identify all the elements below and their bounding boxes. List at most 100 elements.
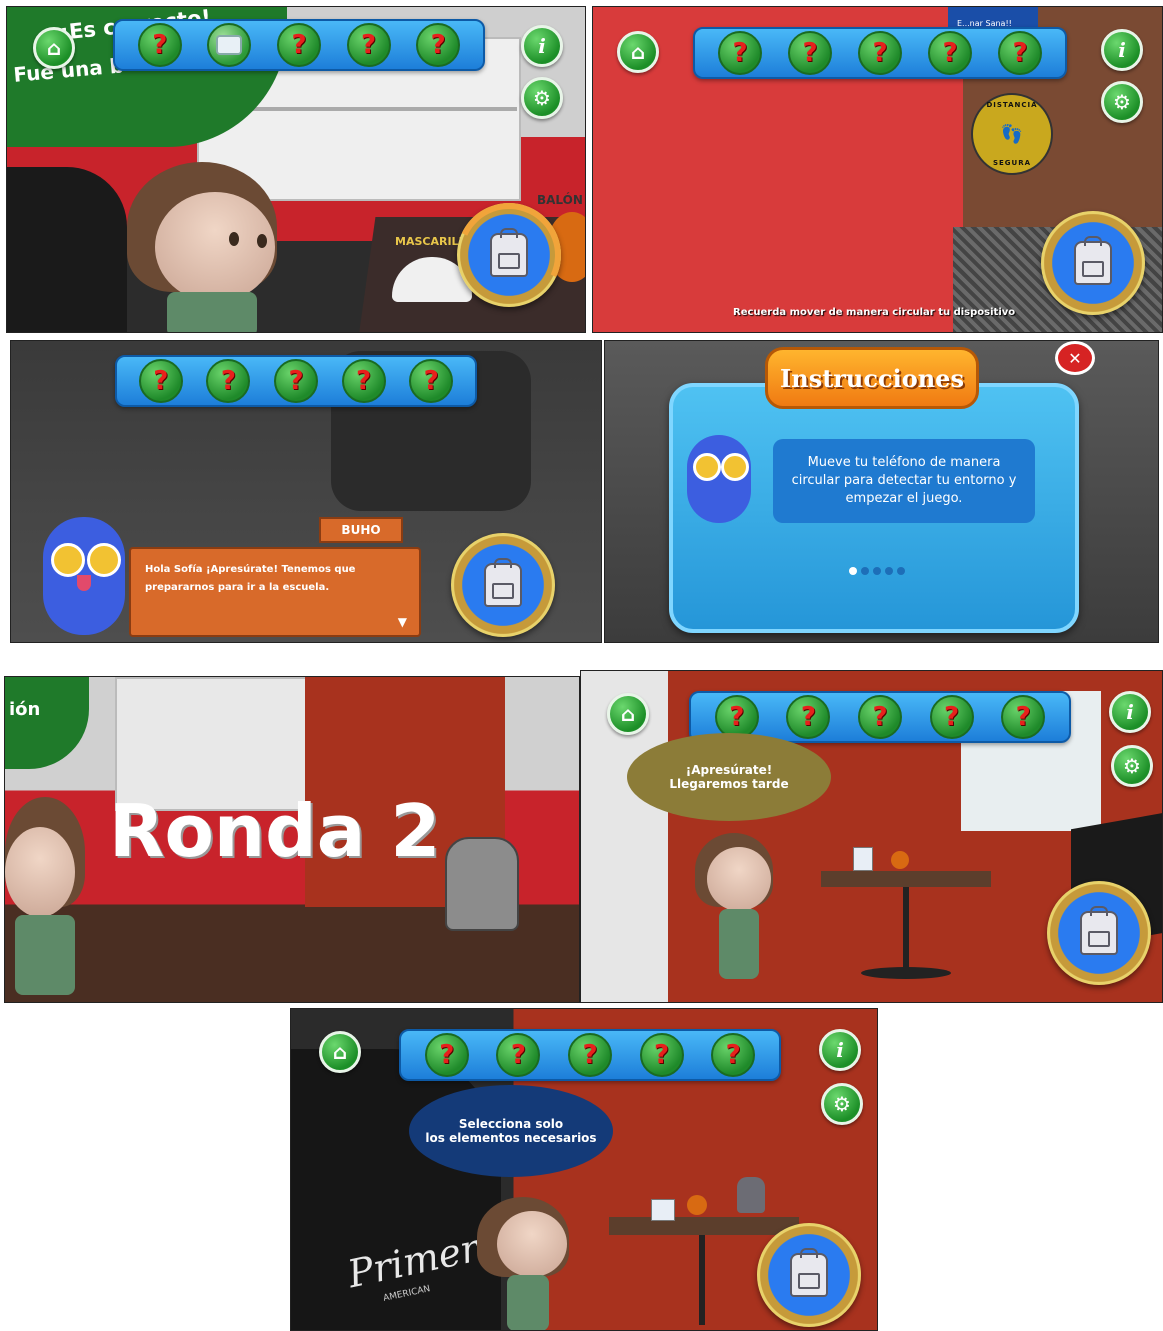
item-slot-5[interactable]: ? bbox=[1001, 695, 1046, 739]
correct-banner: ión bbox=[5, 677, 89, 769]
speaker-name: BUHO bbox=[341, 523, 381, 537]
item-slot-5[interactable]: ? bbox=[409, 359, 454, 403]
info-button[interactable]: i bbox=[521, 25, 563, 67]
home-icon: ⌂ bbox=[620, 702, 636, 726]
home-icon: ⌂ bbox=[630, 40, 646, 64]
item-slot-4[interactable]: ? bbox=[928, 31, 972, 75]
basketball-item[interactable] bbox=[687, 1195, 707, 1215]
item-slot-4[interactable]: ? bbox=[929, 695, 974, 739]
home-button[interactable]: ⌂ bbox=[319, 1031, 361, 1073]
home-button[interactable]: ⌂ bbox=[607, 693, 649, 735]
dialog-text: Hola Sofía ¡Apresúrate! Tenemos que prep… bbox=[145, 564, 356, 593]
item-slot-1[interactable]: ? bbox=[137, 23, 182, 67]
item-slot-5[interactable]: ? bbox=[998, 31, 1042, 75]
safe-distance-sign: DISTANCIA 👣 SEGURA bbox=[971, 93, 1053, 175]
item-slot-3[interactable]: ? bbox=[857, 695, 902, 739]
page-dot[interactable] bbox=[873, 567, 881, 575]
speech-bubble: ¡Apresúrate! Llegaremos tarde bbox=[627, 733, 831, 821]
close-button[interactable]: ✕ bbox=[1055, 341, 1095, 375]
owl-eye-left bbox=[51, 543, 85, 577]
gear-icon: ⚙ bbox=[1113, 90, 1131, 114]
correct-banner-fragment: ión bbox=[9, 699, 41, 720]
girl-body bbox=[167, 292, 257, 332]
item-slot-3[interactable]: ? bbox=[276, 23, 321, 67]
girl-eye-right bbox=[257, 234, 267, 248]
close-icon: ✕ bbox=[1068, 348, 1082, 368]
black-cap bbox=[7, 167, 127, 332]
backpack-item[interactable] bbox=[445, 837, 519, 931]
girl-eye-left bbox=[229, 232, 239, 246]
backpack-button[interactable] bbox=[757, 1223, 861, 1327]
page-dot-active[interactable] bbox=[849, 567, 857, 575]
table bbox=[821, 871, 991, 887]
item-slot-2-mask[interactable] bbox=[207, 23, 252, 67]
screenshot-4: Instrucciones ✕ Mueve tu teléfono de man… bbox=[604, 340, 1159, 643]
backpack-button[interactable] bbox=[1047, 881, 1151, 985]
owl-eye-right bbox=[87, 543, 121, 577]
table-leg bbox=[699, 1235, 705, 1325]
girl-face bbox=[497, 1211, 567, 1277]
info-button[interactable]: i bbox=[819, 1029, 861, 1071]
gear-icon: ⚙ bbox=[533, 86, 551, 110]
settings-button[interactable]: ⚙ bbox=[521, 77, 563, 119]
item-slot-2[interactable]: ? bbox=[496, 1033, 541, 1077]
girl-character bbox=[117, 162, 287, 332]
screenshot-5: ión Ronda 2 bbox=[4, 676, 580, 1003]
sign-bottom-text: SEGURA bbox=[992, 159, 1032, 167]
info-button[interactable]: i bbox=[1101, 29, 1143, 71]
ball-label: BALÓN bbox=[537, 193, 583, 207]
item-slot-bar: ? ? ? ? ? bbox=[399, 1029, 781, 1081]
item-slot-1[interactable]: ? bbox=[718, 31, 762, 75]
screenshot-7: Primer AMERICAN ⌂ ? ? ? ? ? i ⚙ Seleccio… bbox=[290, 1008, 878, 1331]
mask-item[interactable] bbox=[853, 847, 873, 871]
speech-bubble: Selecciona solo los elementos necesarios bbox=[409, 1085, 613, 1177]
backpack-button[interactable] bbox=[451, 533, 555, 637]
item-slot-5[interactable]: ? bbox=[711, 1033, 756, 1077]
item-slot-3[interactable]: ? bbox=[273, 359, 318, 403]
girl-body bbox=[507, 1275, 549, 1330]
item-slot-4[interactable]: ? bbox=[346, 23, 391, 67]
item-slot-4[interactable]: ? bbox=[639, 1033, 684, 1077]
speech-line-2: Llegaremos tarde bbox=[669, 777, 789, 791]
girl-character bbox=[5, 797, 95, 1002]
page-dot[interactable] bbox=[861, 567, 869, 575]
screenshot-6: ⌂ ? ? ? ? ? i ⚙ ¡Apresúrate! Llegaremos … bbox=[580, 670, 1163, 1003]
item-slot-4[interactable]: ? bbox=[341, 359, 386, 403]
item-slot-bar: ? ? ? ? ? bbox=[693, 27, 1067, 79]
next-arrow-icon[interactable]: ▼ bbox=[398, 615, 407, 629]
girl-character bbox=[689, 833, 779, 983]
item-slot-5[interactable]: ? bbox=[416, 23, 461, 67]
info-icon: i bbox=[1118, 38, 1126, 62]
backpack-button[interactable] bbox=[1041, 211, 1145, 315]
table bbox=[609, 1217, 799, 1235]
item-slot-2[interactable]: ? bbox=[786, 695, 831, 739]
settings-button[interactable]: ⚙ bbox=[821, 1083, 863, 1125]
hint-text: Recuerda mover de manera circular tu dis… bbox=[733, 307, 1016, 318]
item-slot-1[interactable]: ? bbox=[424, 1033, 469, 1077]
settings-button[interactable]: ⚙ bbox=[1111, 745, 1153, 787]
backpack-item[interactable] bbox=[737, 1177, 765, 1213]
info-button[interactable]: i bbox=[1109, 691, 1151, 733]
owl-character bbox=[683, 435, 755, 527]
screenshot-3: ? ? ? ? ? BUHO Hola Sofía ¡Apresúrate! T… bbox=[10, 340, 602, 643]
page-dot[interactable] bbox=[897, 567, 905, 575]
dialog-board[interactable]: Hola Sofía ¡Apresúrate! Tenemos que prep… bbox=[129, 547, 421, 637]
sign-top-text: DISTANCIA bbox=[986, 101, 1038, 109]
instructions-title-pill: Instrucciones bbox=[765, 347, 979, 409]
item-slot-3[interactable]: ? bbox=[567, 1033, 612, 1077]
face-mask-icon bbox=[216, 35, 243, 55]
mask-item[interactable] bbox=[651, 1199, 675, 1221]
info-icon: i bbox=[538, 34, 546, 58]
page-dot[interactable] bbox=[885, 567, 893, 575]
owl-character bbox=[37, 517, 131, 641]
home-button[interactable]: ⌂ bbox=[617, 31, 659, 73]
basketball-item[interactable] bbox=[891, 851, 909, 869]
item-slot-2[interactable]: ? bbox=[206, 359, 251, 403]
table-leg bbox=[903, 887, 909, 977]
item-slot-2[interactable]: ? bbox=[788, 31, 832, 75]
footprints-icon: 👣 bbox=[1000, 123, 1024, 145]
item-slot-3[interactable]: ? bbox=[858, 31, 902, 75]
item-slot-1[interactable]: ? bbox=[138, 359, 183, 403]
settings-button[interactable]: ⚙ bbox=[1101, 81, 1143, 123]
home-button[interactable]: ⌂ bbox=[33, 27, 75, 69]
